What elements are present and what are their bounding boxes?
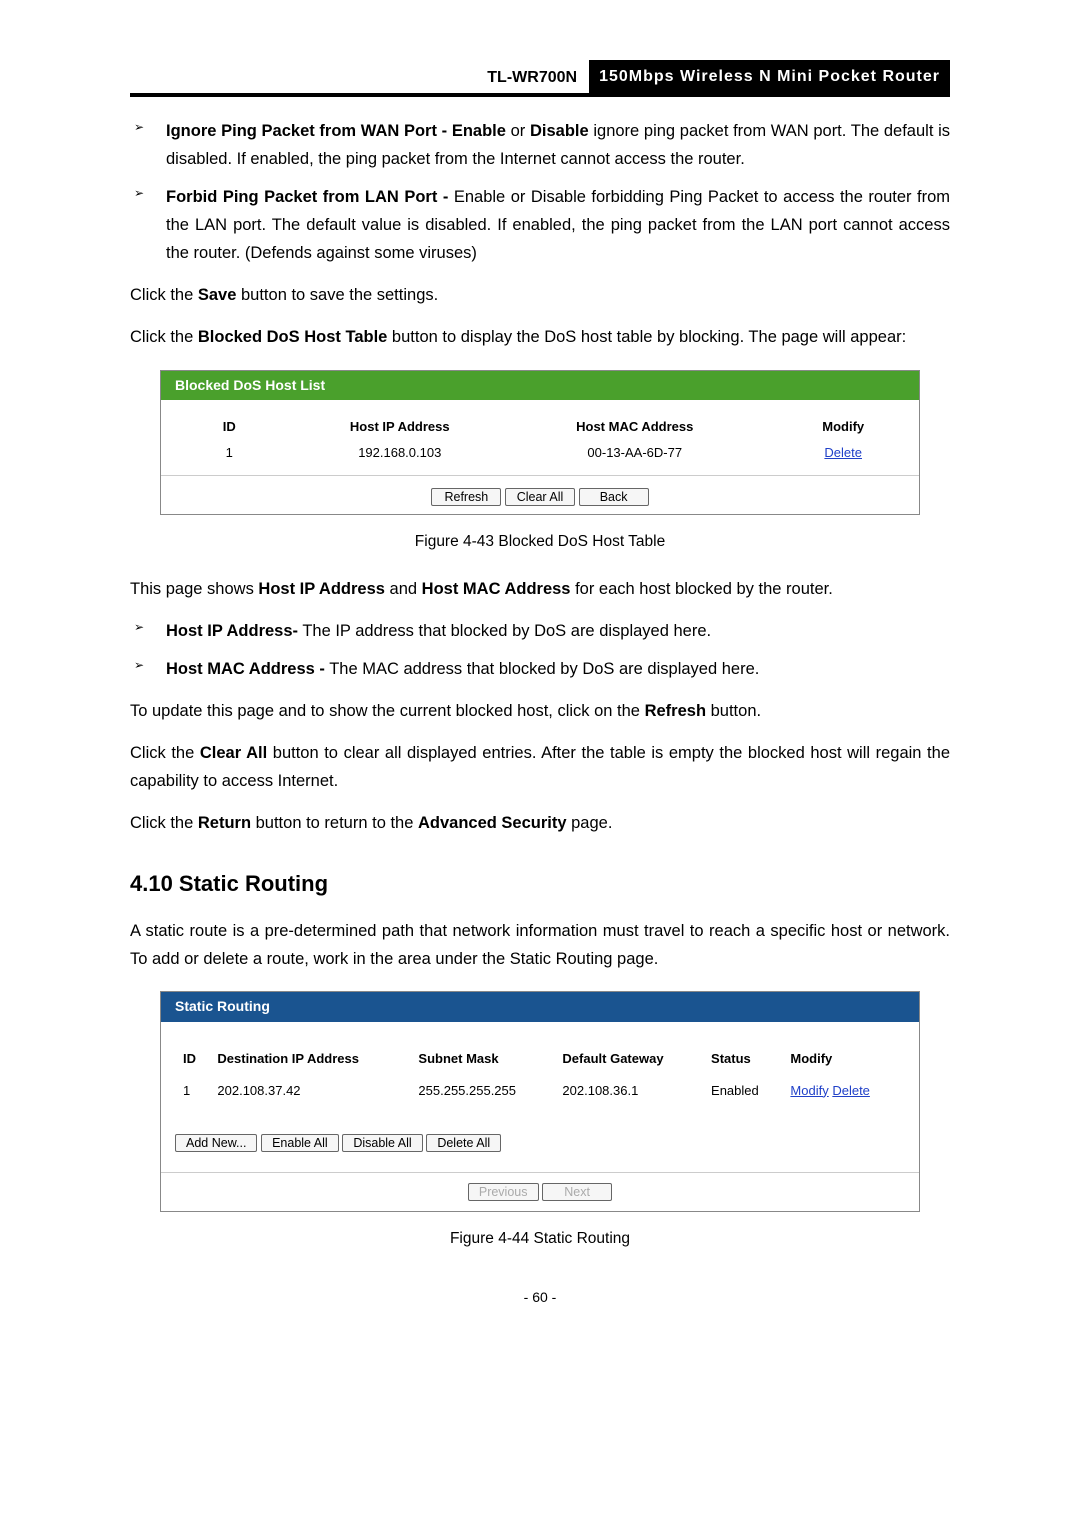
feature-bullets-2: Host IP Address- The IP address that blo… — [130, 617, 950, 683]
paragraph-refresh: To update this page and to show the curr… — [130, 697, 950, 725]
col-modify: Modify — [784, 1044, 903, 1074]
delete-all-button[interactable]: Delete All — [426, 1134, 501, 1152]
cell-mask: 255.255.255.255 — [412, 1076, 554, 1106]
enable-all-button[interactable]: Enable All — [261, 1134, 339, 1152]
paragraph-page-shows: This page shows Host IP Address and Host… — [130, 575, 950, 603]
back-button[interactable]: Back — [579, 488, 649, 506]
bullet-label: Ignore Ping Packet from WAN Port - Enabl… — [166, 122, 506, 140]
dos-table: ID Host IP Address Host MAC Address Modi… — [161, 414, 919, 466]
bullet-host-mac: Host MAC Address - The MAC address that … — [154, 655, 950, 683]
next-button: Next — [542, 1183, 612, 1201]
paragraph-clearall: Click the Clear All button to clear all … — [130, 739, 950, 795]
bullet-ignore-ping-wan: Ignore Ping Packet from WAN Port - Enabl… — [154, 117, 950, 173]
col-status: Status — [705, 1044, 782, 1074]
col-subnet: Subnet Mask — [412, 1044, 554, 1074]
col-modify: Modify — [767, 414, 919, 440]
bullet-label: Host IP Address- — [166, 622, 298, 640]
page-header: TL-WR700N 150Mbps Wireless N Mini Pocket… — [130, 60, 950, 97]
bullet-forbid-ping-lan: Forbid Ping Packet from LAN Port - Enabl… — [154, 183, 950, 267]
delete-link[interactable]: Delete — [832, 1083, 870, 1098]
cell-mac: 00-13-AA-6D-77 — [502, 440, 767, 466]
feature-bullets-1: Ignore Ping Packet from WAN Port - Enabl… — [130, 117, 950, 267]
figure-blocked-dos: Blocked DoS Host List ID Host IP Address… — [160, 370, 920, 515]
model-description: 150Mbps Wireless N Mini Pocket Router — [589, 60, 950, 93]
col-gateway: Default Gateway — [556, 1044, 703, 1074]
delete-link[interactable]: Delete — [824, 445, 862, 460]
model-number: TL-WR700N — [479, 62, 585, 93]
section-heading-static-routing: 4.10 Static Routing — [130, 865, 950, 902]
col-id: ID — [177, 1044, 209, 1074]
paragraph-save: Click the Save button to save the settin… — [130, 281, 950, 309]
paragraph-static-route-intro: A static route is a pre-determined path … — [130, 917, 950, 973]
bullet-label: Forbid Ping Packet from LAN Port - — [166, 188, 448, 206]
table-row: 1 202.108.37.42 255.255.255.255 202.108.… — [177, 1076, 903, 1106]
modify-link[interactable]: Modify — [790, 1083, 828, 1098]
dos-titlebar: Blocked DoS Host List — [161, 371, 919, 401]
route-table: ID Destination IP Address Subnet Mask De… — [161, 1036, 919, 1114]
bullet-label: Host MAC Address - — [166, 660, 325, 678]
paragraph-blocked-table: Click the Blocked DoS Host Table button … — [130, 323, 950, 351]
cell-ip: 192.168.0.103 — [297, 440, 502, 466]
figure-static-routing: Static Routing ID Destination IP Address… — [160, 991, 920, 1212]
cell-dest: 202.108.37.42 — [211, 1076, 410, 1106]
refresh-button[interactable]: Refresh — [431, 488, 501, 506]
bullet-host-ip: Host IP Address- The IP address that blo… — [154, 617, 950, 645]
figure-caption-1: Figure 4-43 Blocked DoS Host Table — [130, 529, 950, 555]
cell-id: 1 — [177, 1076, 209, 1106]
previous-button: Previous — [468, 1183, 539, 1201]
page-number: - 60 - — [130, 1286, 950, 1310]
paragraph-return: Click the Return button to return to the… — [130, 809, 950, 837]
col-id: ID — [161, 414, 297, 440]
table-header-row: ID Host IP Address Host MAC Address Modi… — [161, 414, 919, 440]
table-row: 1 192.168.0.103 00-13-AA-6D-77 Delete — [161, 440, 919, 466]
add-new-button[interactable]: Add New... — [175, 1134, 257, 1152]
route-button-row: Add New... Enable All Disable All Delete… — [161, 1114, 919, 1172]
route-titlebar: Static Routing — [161, 992, 919, 1022]
cell-gw: 202.108.36.1 — [556, 1076, 703, 1106]
route-nav-row: Previous Next — [161, 1172, 919, 1211]
cell-id: 1 — [161, 440, 297, 466]
cell-status: Enabled — [705, 1076, 782, 1106]
dos-button-row: Refresh Clear All Back — [161, 475, 919, 514]
col-host-mac: Host MAC Address — [502, 414, 767, 440]
disable-all-button[interactable]: Disable All — [342, 1134, 422, 1152]
figure-caption-2: Figure 4-44 Static Routing — [130, 1226, 950, 1252]
table-header-row: ID Destination IP Address Subnet Mask De… — [177, 1044, 903, 1074]
col-dest-ip: Destination IP Address — [211, 1044, 410, 1074]
clear-all-button[interactable]: Clear All — [505, 488, 575, 506]
col-host-ip: Host IP Address — [297, 414, 502, 440]
